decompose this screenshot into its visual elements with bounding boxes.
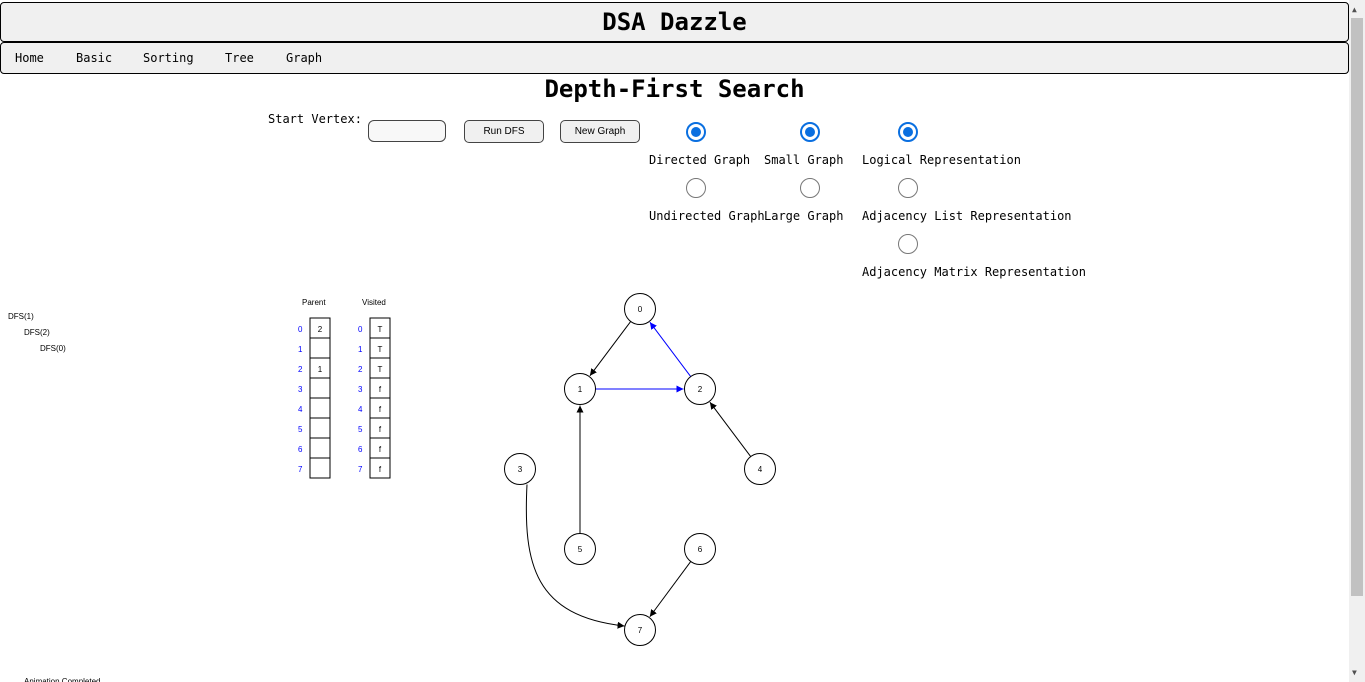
large-graph-label: Large Graph: [764, 209, 844, 223]
visited-table-value: T: [378, 325, 383, 334]
visited-table-index: 5: [358, 425, 363, 434]
parent-table-index: 4: [298, 405, 303, 414]
visited-table-value: T: [378, 365, 383, 374]
graph-vertex-label: 1: [578, 385, 583, 394]
logical-representation-label: Logical Representation: [862, 153, 1021, 167]
parent-table-cell: [309, 457, 331, 479]
graph-edges: [525, 321, 752, 629]
visited-table-index: 2: [358, 365, 363, 374]
parent-table-index: 5: [298, 425, 303, 434]
visited-table-index: 3: [358, 385, 363, 394]
nav-item-home[interactable]: Home: [15, 43, 44, 73]
graph-edge: [649, 561, 692, 618]
new-graph-button[interactable]: New Graph: [560, 120, 640, 143]
dfs-trace: DFS(1) DFS(2) DFS(0): [8, 312, 66, 353]
nav-item-basic[interactable]: Basic: [76, 43, 112, 73]
adjacency-list-label: Adjacency List Representation: [862, 209, 1072, 223]
directed-graph-label: Directed Graph: [649, 153, 751, 167]
scrollbar-thumb[interactable]: [1351, 18, 1363, 596]
parent-table-cell: [309, 417, 331, 439]
graph-vertex-label: 3: [518, 465, 523, 474]
small-graph-label: Small Graph: [764, 153, 844, 167]
graph-vertex-label: 5: [578, 545, 583, 554]
nav-item-sorting[interactable]: Sorting: [143, 43, 194, 73]
adjacency-matrix-radio[interactable]: [898, 234, 918, 254]
adjacency-list-radio[interactable]: [898, 178, 918, 198]
scroll-down-icon[interactable]: ▼: [1352, 668, 1357, 677]
app-header: DSA Dazzle: [0, 2, 1349, 42]
start-vertex-input[interactable]: [368, 120, 446, 142]
status-area: Animation Completed: [24, 677, 100, 682]
trace-line: DFS(0): [40, 344, 66, 353]
scroll-up-icon[interactable]: ▲: [1352, 5, 1357, 14]
undirected-graph-label: Undirected Graph: [649, 209, 765, 223]
undirected-graph-radio[interactable]: [686, 178, 706, 198]
parent-table-index: 1: [298, 345, 303, 354]
parent-table-cell: [309, 337, 331, 359]
small-graph-radio[interactable]: [800, 122, 820, 142]
graph-edge: [649, 321, 692, 377]
graph-edge: [589, 321, 632, 377]
graph-vertex-label: 7: [638, 626, 643, 635]
visited-table-index: 1: [358, 345, 363, 354]
visualization-canvas: DFS(1) DFS(2) DFS(0) Parent 0 2 1 2 1 3 4 5 6 7 Visit…: [8, 293, 776, 682]
parent-table-index: 2: [298, 365, 303, 374]
large-graph-radio[interactable]: [800, 178, 820, 198]
app-title: DSA Dazzle: [602, 8, 747, 36]
visited-table-index: 4: [358, 405, 363, 414]
parent-table-value: 1: [318, 365, 323, 374]
start-vertex-label: Start Vertex:: [268, 112, 362, 126]
graph-edge: [709, 401, 752, 457]
adjacency-matrix-label: Adjacency Matrix Representation: [862, 265, 1086, 279]
parent-table-index: 6: [298, 445, 303, 454]
parent-table-cell: [309, 397, 331, 419]
visited-table-title: Visited: [362, 298, 386, 307]
status-message: Animation Completed: [24, 677, 100, 682]
nav-bar: Home Basic Sorting Tree Graph: [0, 42, 1349, 74]
logical-representation-radio[interactable]: [898, 122, 918, 142]
parent-table-cell: [309, 437, 331, 459]
parent-table-index: 0: [298, 325, 303, 334]
graph-vertex-label: 0: [638, 305, 643, 314]
visited-table-index: 7: [358, 465, 363, 474]
dfs-tables: Parent0 212 134567Visited0 T1 T2 T3 f4 f5 f6 f7 f: [298, 298, 391, 479]
visited-table-index: 0: [358, 325, 363, 334]
visited-table-index: 6: [358, 445, 363, 454]
visited-table-value: T: [378, 345, 383, 354]
directed-graph-radio[interactable]: [686, 122, 706, 142]
nav-item-tree[interactable]: Tree: [225, 43, 254, 73]
page-title: Depth-First Search: [544, 75, 805, 103]
parent-table-value: 2: [318, 325, 323, 334]
parent-table-cell: [309, 377, 331, 399]
trace-line: DFS(1): [8, 312, 34, 321]
nav-item-graph[interactable]: Graph: [286, 43, 322, 73]
graph-vertices: 0 1 2 3 4 5 6 7: [504, 293, 776, 646]
parent-table-title: Parent: [302, 298, 326, 307]
run-dfs-button[interactable]: Run DFS: [464, 120, 544, 143]
graph-vertex-label: 2: [698, 385, 703, 394]
parent-table-index: 7: [298, 465, 303, 474]
parent-table-index: 3: [298, 385, 303, 394]
graph-vertex-label: 6: [698, 545, 703, 554]
graph-vertex-label: 4: [758, 465, 763, 474]
trace-line: DFS(2): [24, 328, 50, 337]
